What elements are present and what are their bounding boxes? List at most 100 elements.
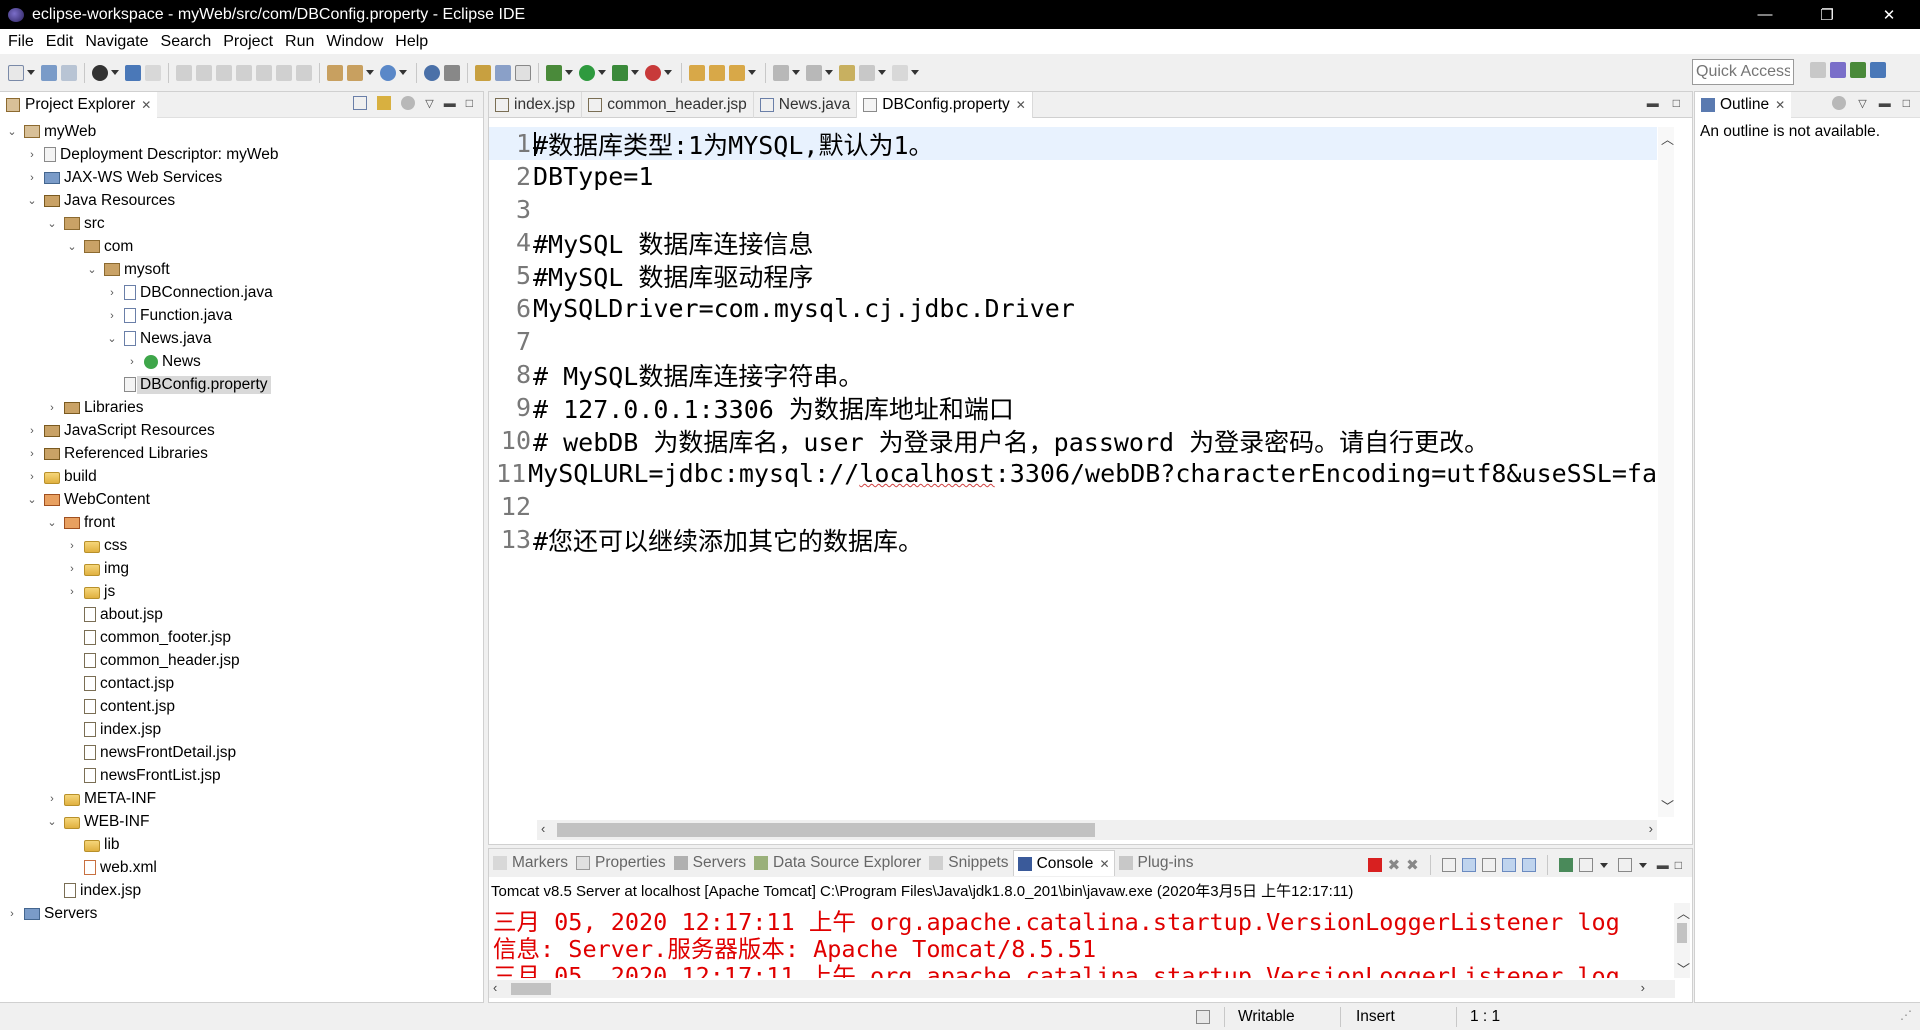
chevron-down-icon[interactable]: ⌄	[26, 195, 38, 207]
menu-help[interactable]: Help	[389, 33, 434, 51]
menu-file[interactable]: File	[2, 33, 40, 51]
tree-item[interactable]: › META-INF	[46, 787, 156, 810]
code-line[interactable]: 10 # webDB 为数据库名，user 为登录用户名，password 为登录…	[489, 424, 1657, 457]
scroll-up-icon[interactable]: ︿	[1677, 903, 1690, 922]
tree-item[interactable]: › Function.java	[106, 304, 232, 327]
tree-item[interactable]: › DBConnection.java	[106, 281, 273, 304]
quick-access-input[interactable]	[1692, 59, 1794, 85]
chevron-down-icon[interactable]: ⌄	[66, 241, 78, 253]
skip-breakpoints-icon[interactable]	[145, 64, 161, 81]
maximize-view-icon[interactable]: □	[1903, 96, 1910, 110]
tree-item[interactable]: › css	[66, 534, 127, 557]
tree-item[interactable]: › Referenced Libraries	[26, 442, 208, 465]
tree-item[interactable]: content.jsp	[66, 695, 175, 718]
editor-vertical-scrollbar[interactable]: ︿ ﹀	[1658, 127, 1674, 817]
scroll-lock-icon[interactable]	[1461, 858, 1476, 872]
tab-properties[interactable]: Properties	[572, 850, 670, 876]
console-vertical-scrollbar[interactable]: ︿ ﹀	[1674, 903, 1690, 978]
close-tab-icon[interactable]: ✕	[1016, 98, 1026, 112]
coverage-icon[interactable]	[612, 64, 628, 81]
code-line[interactable]: 13 #您还可以继续添加其它的数据库。	[489, 523, 1657, 556]
coverage-dropdown-icon[interactable]	[631, 70, 639, 75]
chevron-down-icon[interactable]: ⌄	[46, 816, 58, 828]
debug-icon[interactable]	[546, 64, 562, 81]
server-dropdown-icon[interactable]	[366, 70, 374, 75]
tree-item[interactable]: › img	[66, 557, 129, 580]
previous-annotation-icon[interactable]	[806, 64, 822, 81]
terminate-icon[interactable]	[216, 64, 232, 81]
step-into-icon[interactable]	[256, 64, 272, 81]
code-line[interactable]: 5 #MySQL 数据库驱动程序	[489, 259, 1657, 292]
scroll-down-icon[interactable]: ﹀	[1661, 796, 1674, 815]
remove-launch-icon[interactable]: ✖	[1388, 856, 1401, 874]
web-service-dropdown-icon[interactable]	[399, 70, 407, 75]
collapse-all-icon[interactable]	[353, 96, 368, 110]
open-console-dropdown-icon[interactable]	[1638, 862, 1647, 868]
tab-console[interactable]: Console ✕	[1012, 850, 1115, 876]
clear-console-icon[interactable]	[1441, 858, 1456, 872]
remove-all-launches-icon[interactable]: ✖	[1406, 856, 1419, 874]
tab-index-jsp[interactable]: index.jsp	[489, 91, 583, 118]
new-class-icon[interactable]	[729, 64, 745, 81]
maximize-view-icon[interactable]: □	[1675, 858, 1682, 872]
tab-markers[interactable]: Markers	[489, 850, 572, 876]
chevron-right-icon[interactable]: ›	[66, 563, 78, 575]
code-line[interactable]: 4 #MySQL 数据库连接信息	[489, 226, 1657, 259]
perspective-dropdown-icon[interactable]	[111, 70, 119, 75]
menu-window[interactable]: Window	[320, 33, 389, 51]
maximize-view-icon[interactable]: □	[466, 96, 473, 110]
code-line[interactable]: 9 # 127.0.0.1:3306 为数据库地址和端口	[489, 391, 1657, 424]
external-tools-dropdown-icon[interactable]	[664, 70, 672, 75]
scroll-up-icon[interactable]: ︿	[1661, 129, 1674, 148]
display-console-icon[interactable]	[1578, 858, 1593, 872]
close-window-button[interactable]: ✕	[1858, 0, 1920, 29]
open-task-list-icon[interactable]	[475, 64, 491, 81]
chevron-right-icon[interactable]: ›	[26, 425, 38, 437]
chevron-right-icon[interactable]: ›	[46, 402, 58, 414]
code-line[interactable]: 2 DBType=1	[489, 160, 1657, 193]
open-task-icon[interactable]	[327, 64, 343, 81]
tree-item[interactable]: newsFrontDetail.jsp	[66, 741, 236, 764]
suspend-icon[interactable]	[196, 64, 212, 81]
run-icon[interactable]	[579, 64, 595, 81]
tree-item[interactable]: web.xml	[66, 856, 157, 879]
tab-outline[interactable]: Outline ✕	[1695, 91, 1792, 118]
next-annotation-dropdown-icon[interactable]	[792, 70, 800, 75]
debug-dropdown-icon[interactable]	[565, 70, 573, 75]
tree-item[interactable]: › JAX-WS Web Services	[26, 166, 222, 189]
chevron-right-icon[interactable]: ›	[106, 310, 118, 322]
open-console-icon[interactable]	[1617, 858, 1632, 872]
code-line[interactable]: 12	[489, 490, 1657, 523]
maximize-editor-icon[interactable]: □	[1673, 96, 1680, 110]
code-line[interactable]: 11 MySQLURL=jdbc:mysql://localhost:3306/w…	[489, 457, 1657, 490]
debug-perspective-icon[interactable]	[92, 64, 108, 81]
chevron-right-icon[interactable]: ›	[46, 793, 58, 805]
tree-item[interactable]: newsFrontList.jsp	[66, 764, 221, 787]
menu-search[interactable]: Search	[155, 33, 218, 51]
show-on-stderr-icon[interactable]	[1521, 858, 1536, 872]
outline-filter-icon[interactable]	[1832, 96, 1847, 110]
tree-item[interactable]: index.jsp	[46, 879, 141, 902]
resume-icon[interactable]	[176, 64, 192, 81]
minimize-view-icon[interactable]: ▬	[1879, 96, 1891, 110]
code-line[interactable]: 1 #数据库类型:1为MYSQL,默认为1。	[489, 127, 1657, 160]
forward-dropdown-icon[interactable]	[911, 70, 919, 75]
new-java-project-icon[interactable]	[689, 64, 705, 81]
chevron-right-icon[interactable]: ›	[106, 287, 118, 299]
tab-news-java[interactable]: News.java	[754, 91, 858, 118]
word-wrap-icon[interactable]	[1481, 858, 1496, 872]
view-menu-icon[interactable]: ▽	[1858, 97, 1866, 110]
tree-item[interactable]: ⌄ News.java	[106, 327, 211, 350]
chevron-right-icon[interactable]: ›	[126, 356, 138, 368]
tab-project-explorer[interactable]: Project Explorer ✕	[0, 91, 158, 118]
java-perspective-icon[interactable]	[1870, 62, 1886, 78]
open-type-icon[interactable]	[444, 64, 460, 81]
step-return-icon[interactable]	[296, 64, 312, 81]
chevron-down-icon[interactable]: ⌄	[26, 494, 38, 506]
terminate-icon[interactable]	[1367, 858, 1382, 872]
scroll-left-icon[interactable]: ‹	[493, 980, 497, 995]
console-output[interactable]: 三月 05, 2020 12:17:11 上午 org.apache.catal…	[489, 903, 1675, 978]
run-dropdown-icon[interactable]	[598, 70, 606, 75]
scrollbar-thumb[interactable]	[1677, 923, 1687, 943]
tree-item[interactable]: contact.jsp	[66, 672, 174, 695]
